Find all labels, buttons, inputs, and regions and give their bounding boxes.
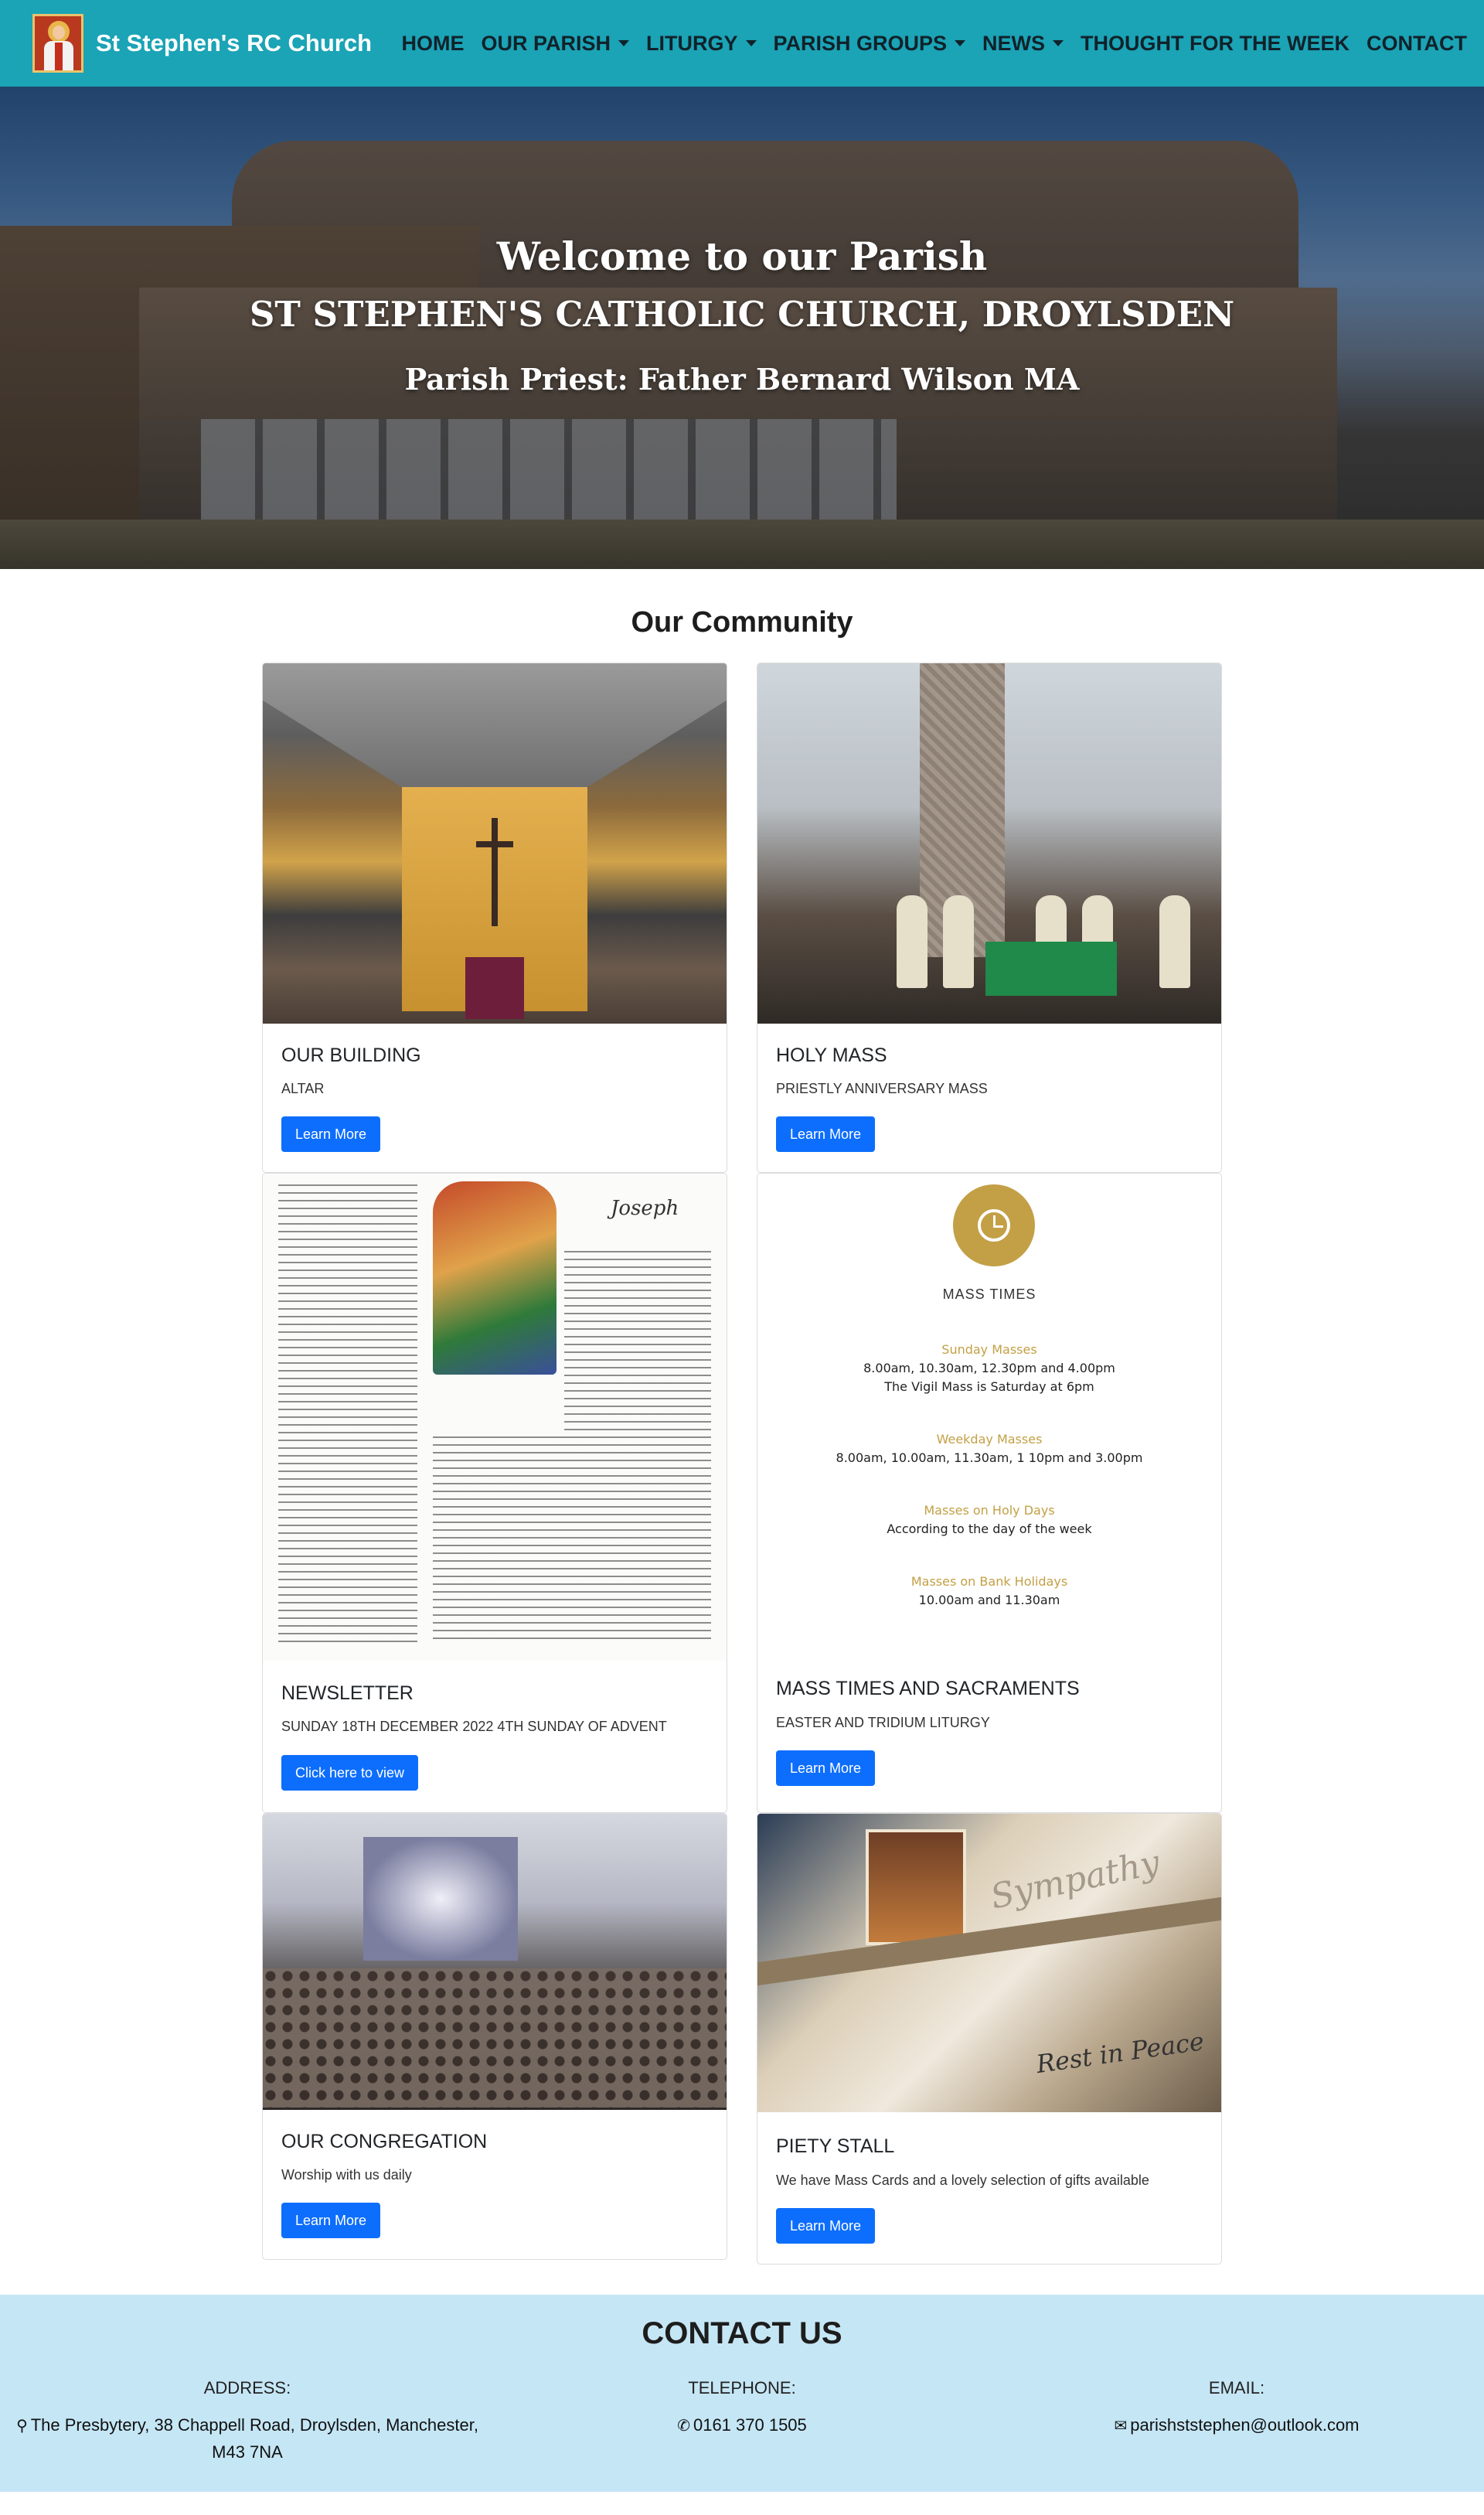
card-image-congregation	[263, 1814, 727, 2110]
bank-holidays-label: Masses on Bank Holidays	[910, 1574, 1068, 1589]
brand-name: St Stephen's RC Church	[96, 29, 373, 56]
nav-label: PARISH GROUPS	[773, 31, 948, 55]
nav-label: NEWS	[982, 31, 1046, 55]
nav-item-our-parish[interactable]: OUR PARISH	[481, 32, 629, 56]
learn-more-button[interactable]: Learn More	[281, 2203, 381, 2238]
holy-days-label: Masses on Holy Days	[924, 1503, 1055, 1518]
church-logo-icon	[32, 14, 83, 73]
card-subtitle: SUNDAY 18TH DECEMBER 2022 4TH SUNDAY OF …	[281, 1719, 667, 1734]
card-subtitle: PRIESTLY ANNIVERSARY MASS	[776, 1081, 988, 1096]
weekday-masses-label: Weekday Masses	[936, 1432, 1043, 1447]
nav-label: LITURGY	[646, 31, 738, 55]
email-value[interactable]: ✉ parishststephen@outlook.com	[989, 2412, 1484, 2439]
email-label: EMAIL:	[1208, 2378, 1265, 2397]
vigil-mass-time: The Vigil Mass is Saturday at 6pm	[884, 1379, 1094, 1394]
hero-welcome: Welcome to our Parish	[496, 233, 988, 279]
chevron-down-icon	[745, 40, 757, 46]
card-image-altar	[263, 663, 727, 1024]
learn-more-button[interactable]: Learn More	[776, 1750, 876, 1786]
email-address: parishststephen@outlook.com	[1130, 2415, 1360, 2435]
card-mass-times: MASS TIMES Sunday Masses 8.00am, 10.30am…	[757, 1173, 1222, 1813]
card-title: OUR CONGREGATION	[281, 2131, 488, 2152]
card-subtitle: EASTER AND TRIDIUM LITURGY	[776, 1715, 990, 1730]
card-image-anniversary-mass	[757, 663, 1221, 1024]
hero-banner: Welcome to our Parish ST STEPHEN'S CATHO…	[0, 87, 1484, 569]
learn-more-button[interactable]: Learn More	[281, 1116, 381, 1152]
contact-section: CONTACT US ADDRESS: ⚲ The Presbytery, 38 …	[0, 2295, 1484, 2492]
navbar: St Stephen's RC Church HOME OUR PARISH L…	[0, 0, 1484, 87]
card-script-sympathy: Sympathy	[987, 1842, 1163, 1917]
card-subtitle: We have Mass Cards and a lovely selectio…	[776, 2173, 1149, 2188]
nav-item-news[interactable]: NEWS	[982, 32, 1064, 56]
card-title: HOLY MASS	[776, 1045, 887, 1066]
weekday-masses-times: 8.00am, 10.00am, 11.30am, 1 10pm and 3.0…	[836, 1450, 1143, 1465]
phone-icon: ✆	[677, 2418, 690, 2435]
telephone-number: 0161 370 1505	[693, 2415, 807, 2435]
mass-times-heading: MASS TIMES	[942, 1286, 1036, 1302]
contact-title: CONTACT US	[642, 2316, 842, 2350]
newsletter-heading: Joseph	[611, 1197, 679, 1220]
nav-item-thought-for-the-week[interactable]: THOUGHT FOR THE WEEK	[1081, 32, 1350, 56]
view-newsletter-button[interactable]: Click here to view	[281, 1755, 419, 1791]
hero-church-name: ST STEPHEN'S CATHOLIC CHURCH, DROYLSDEN	[249, 294, 1235, 335]
nav-label: HOME	[401, 31, 465, 55]
newsletter-preview-image: Joseph	[263, 1174, 727, 1661]
card-piety-stall: Sympathy Rest in Peace PIETY STALL We ha…	[757, 1813, 1222, 2265]
address-line-1: The Presbytery, 38 Chappell Road, Droyls…	[30, 2415, 478, 2435]
learn-more-button[interactable]: Learn More	[776, 2208, 876, 2244]
card-title: OUR BUILDING	[281, 1045, 421, 1066]
card-holy-mass: HOLY MASS PRIESTLY ANNIVERSARY MASS Lear…	[757, 663, 1222, 1173]
envelope-icon: ✉	[1114, 2418, 1128, 2435]
card-title: NEWSLETTER	[281, 1682, 414, 1704]
chevron-down-icon	[618, 40, 629, 46]
chevron-down-icon	[1053, 40, 1064, 46]
address-line-2: M43 7NA	[212, 2442, 283, 2462]
card-title: PIETY STALL	[776, 2135, 895, 2157]
clock-hand	[993, 1225, 1003, 1228]
nav-item-contact[interactable]: CONTACT	[1367, 32, 1467, 56]
nav-label: OUR PARISH	[481, 31, 611, 55]
section-title: Our Community	[631, 606, 853, 639]
brand-link[interactable]: St Stephen's RC Church	[32, 14, 372, 73]
card-subtitle: Worship with us daily	[281, 2167, 412, 2183]
card-subtitle: ALTAR	[281, 1081, 325, 1096]
card-our-congregation: OUR CONGREGATION Worship with us daily L…	[262, 1813, 727, 2260]
sunday-masses-label: Sunday Masses	[941, 1342, 1037, 1357]
holy-days-times: According to the day of the week	[887, 1522, 1092, 1536]
telephone-label: TELEPHONE:	[688, 2378, 796, 2397]
hero-parish-priest: Parish Priest: Father Bernard Wilson MA	[404, 362, 1080, 397]
address-label: ADDRESS:	[203, 2378, 291, 2397]
nav-item-liturgy[interactable]: LITURGY	[646, 32, 757, 56]
card-our-building: OUR BUILDING ALTAR Learn More	[262, 663, 727, 1173]
chevron-down-icon	[955, 40, 966, 46]
card-newsletter: Joseph NEWSLETTER SUNDAY 18TH DECEMBER 2…	[262, 1173, 727, 1813]
nav-item-home[interactable]: HOME	[401, 32, 464, 56]
telephone-value[interactable]: ✆ 0161 370 1505	[495, 2412, 989, 2439]
card-script-rest-in-peace: Rest in Peace	[1034, 2026, 1207, 2080]
learn-more-button[interactable]: Learn More	[776, 1116, 876, 1152]
nav-item-parish-groups[interactable]: PARISH GROUPS	[774, 32, 966, 56]
nav-label: CONTACT	[1367, 31, 1467, 55]
nav-menu: HOME OUR PARISH LITURGY PARISH GROUPS NE…	[384, 0, 1467, 87]
map-marker-icon: ⚲	[16, 2418, 28, 2435]
address-value: ⚲ The Presbytery, 38 Chappell Road, Droyl…	[0, 2412, 495, 2466]
card-image-mass-cards: Sympathy Rest in Peace	[757, 1814, 1221, 2112]
card-title: MASS TIMES AND SACRAMENTS	[776, 1678, 1080, 1699]
holy-family-icon	[433, 1181, 556, 1375]
bank-holidays-times: 10.00am and 11.30am	[918, 1593, 1060, 1607]
sunday-masses-times: 8.00am, 10.30am, 12.30pm and 4.00pm	[863, 1361, 1115, 1375]
nav-label: THOUGHT FOR THE WEEK	[1081, 31, 1350, 55]
